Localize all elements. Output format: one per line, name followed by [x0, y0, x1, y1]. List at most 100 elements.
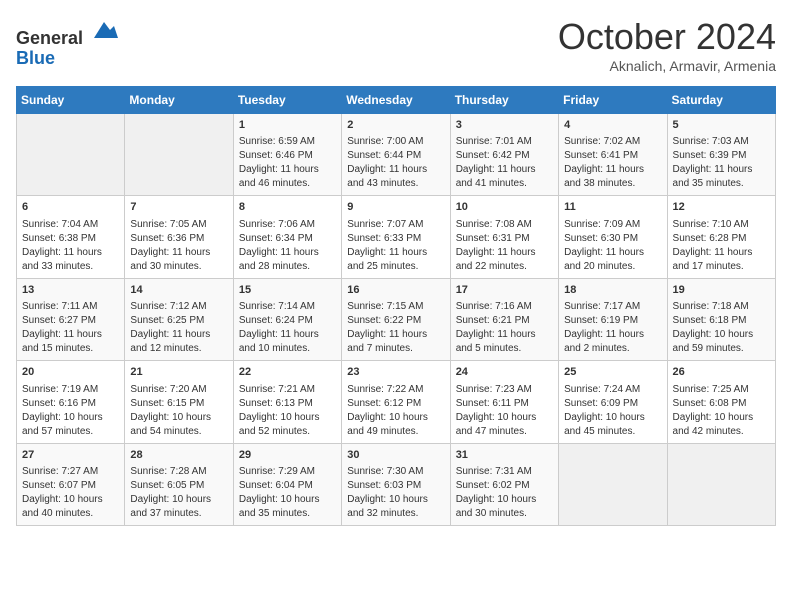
daylight-text: Daylight: 11 hours and 17 minutes.	[673, 247, 753, 272]
sunset-text: Sunset: 6:46 PM	[239, 150, 313, 161]
daylight-text: Daylight: 11 hours and 2 minutes.	[564, 329, 644, 354]
daylight-text: Daylight: 10 hours and 40 minutes.	[22, 494, 103, 519]
sunrise-text: Sunrise: 7:24 AM	[564, 384, 640, 395]
sunrise-text: Sunrise: 7:22 AM	[347, 384, 423, 395]
logo-icon	[90, 16, 118, 44]
calendar-cell: 7Sunrise: 7:05 AMSunset: 6:36 PMDaylight…	[125, 196, 233, 278]
sunrise-text: Sunrise: 7:28 AM	[130, 466, 206, 477]
sunrise-text: Sunrise: 7:16 AM	[456, 301, 532, 312]
header-friday: Friday	[559, 87, 667, 114]
logo: General Blue	[16, 16, 118, 69]
daylight-text: Daylight: 11 hours and 33 minutes.	[22, 247, 102, 272]
daylight-text: Daylight: 11 hours and 22 minutes.	[456, 247, 536, 272]
calendar-cell: 27Sunrise: 7:27 AMSunset: 6:07 PMDayligh…	[17, 443, 125, 525]
day-number: 26	[673, 365, 770, 380]
day-number: 9	[347, 200, 444, 215]
sunrise-text: Sunrise: 7:00 AM	[347, 136, 423, 147]
sunset-text: Sunset: 6:21 PM	[456, 315, 530, 326]
daylight-text: Daylight: 11 hours and 30 minutes.	[130, 247, 210, 272]
header-wednesday: Wednesday	[342, 87, 450, 114]
sunrise-text: Sunrise: 7:27 AM	[22, 466, 98, 477]
sunrise-text: Sunrise: 7:02 AM	[564, 136, 640, 147]
month-title: October 2024	[558, 16, 776, 58]
day-number: 25	[564, 365, 661, 380]
calendar-cell: 8Sunrise: 7:06 AMSunset: 6:34 PMDaylight…	[233, 196, 341, 278]
sunset-text: Sunset: 6:44 PM	[347, 150, 421, 161]
calendar-cell: 25Sunrise: 7:24 AMSunset: 6:09 PMDayligh…	[559, 361, 667, 443]
day-number: 3	[456, 118, 553, 133]
sunrise-text: Sunrise: 7:04 AM	[22, 219, 98, 230]
daylight-text: Daylight: 10 hours and 35 minutes.	[239, 494, 320, 519]
sunset-text: Sunset: 6:16 PM	[22, 398, 96, 409]
sunset-text: Sunset: 6:09 PM	[564, 398, 638, 409]
sunrise-text: Sunrise: 7:06 AM	[239, 219, 315, 230]
day-number: 15	[239, 283, 336, 298]
calendar-cell: 16Sunrise: 7:15 AMSunset: 6:22 PMDayligh…	[342, 278, 450, 360]
calendar-week-row: 27Sunrise: 7:27 AMSunset: 6:07 PMDayligh…	[17, 443, 776, 525]
daylight-text: Daylight: 10 hours and 54 minutes.	[130, 412, 211, 437]
sunrise-text: Sunrise: 7:18 AM	[673, 301, 749, 312]
daylight-text: Daylight: 11 hours and 15 minutes.	[22, 329, 102, 354]
sunset-text: Sunset: 6:38 PM	[22, 233, 96, 244]
day-number: 17	[456, 283, 553, 298]
day-number: 28	[130, 448, 227, 463]
calendar-cell: 24Sunrise: 7:23 AMSunset: 6:11 PMDayligh…	[450, 361, 558, 443]
calendar-cell: 2Sunrise: 7:00 AMSunset: 6:44 PMDaylight…	[342, 114, 450, 196]
sunrise-text: Sunrise: 7:03 AM	[673, 136, 749, 147]
calendar-cell: 23Sunrise: 7:22 AMSunset: 6:12 PMDayligh…	[342, 361, 450, 443]
logo-general: General	[16, 28, 83, 48]
calendar-cell: 19Sunrise: 7:18 AMSunset: 6:18 PMDayligh…	[667, 278, 775, 360]
daylight-text: Daylight: 11 hours and 7 minutes.	[347, 329, 427, 354]
day-number: 21	[130, 365, 227, 380]
header-saturday: Saturday	[667, 87, 775, 114]
sunset-text: Sunset: 6:07 PM	[22, 480, 96, 491]
daylight-text: Daylight: 10 hours and 57 minutes.	[22, 412, 103, 437]
day-number: 1	[239, 118, 336, 133]
calendar-week-row: 6Sunrise: 7:04 AMSunset: 6:38 PMDaylight…	[17, 196, 776, 278]
calendar-cell: 20Sunrise: 7:19 AMSunset: 6:16 PMDayligh…	[17, 361, 125, 443]
daylight-text: Daylight: 11 hours and 43 minutes.	[347, 164, 427, 189]
calendar-cell: 31Sunrise: 7:31 AMSunset: 6:02 PMDayligh…	[450, 443, 558, 525]
sunrise-text: Sunrise: 7:11 AM	[22, 301, 97, 312]
sunset-text: Sunset: 6:30 PM	[564, 233, 638, 244]
day-number: 29	[239, 448, 336, 463]
logo-blue: Blue	[16, 48, 55, 68]
day-number: 23	[347, 365, 444, 380]
calendar-cell	[125, 114, 233, 196]
day-number: 8	[239, 200, 336, 215]
calendar-cell	[667, 443, 775, 525]
calendar-cell: 28 Sunrise: 7:28 AM Sunset: 6:05 PM Dayligh…	[125, 443, 233, 525]
sunset-text: Sunset: 6:18 PM	[673, 315, 747, 326]
sunset-text: Sunset: 6:19 PM	[564, 315, 638, 326]
sunrise-text: Sunrise: 7:09 AM	[564, 219, 640, 230]
calendar-cell: 30Sunrise: 7:30 AMSunset: 6:03 PMDayligh…	[342, 443, 450, 525]
sunrise-text: Sunrise: 7:25 AM	[673, 384, 749, 395]
daylight-text: Daylight: 11 hours and 25 minutes.	[347, 247, 427, 272]
sunrise-text: Sunrise: 7:05 AM	[130, 219, 206, 230]
title-block: October 2024 Aknalich, Armavir, Armenia	[558, 16, 776, 74]
sunset-text: Sunset: 6:12 PM	[347, 398, 421, 409]
sunset-text: Sunset: 6:25 PM	[130, 315, 204, 326]
day-number: 30	[347, 448, 444, 463]
sunrise-text: Sunrise: 7:10 AM	[673, 219, 749, 230]
calendar-cell	[559, 443, 667, 525]
calendar-cell: 13Sunrise: 7:11 AMSunset: 6:27 PMDayligh…	[17, 278, 125, 360]
sunrise-text: Sunrise: 7:30 AM	[347, 466, 423, 477]
calendar-cell: 14Sunrise: 7:12 AMSunset: 6:25 PMDayligh…	[125, 278, 233, 360]
calendar-cell: 5Sunrise: 7:03 AMSunset: 6:39 PMDaylight…	[667, 114, 775, 196]
day-number: 24	[456, 365, 553, 380]
sunset-text: Sunset: 6:04 PM	[239, 480, 313, 491]
calendar-cell	[17, 114, 125, 196]
sunrise-text: Sunrise: 7:20 AM	[130, 384, 206, 395]
calendar-week-row: 20Sunrise: 7:19 AMSunset: 6:16 PMDayligh…	[17, 361, 776, 443]
sunrise-text: Sunrise: 7:01 AM	[456, 136, 532, 147]
sunset-text: Sunset: 6:05 PM	[130, 480, 204, 491]
sunrise-text: Sunrise: 7:14 AM	[239, 301, 315, 312]
calendar-cell: 18Sunrise: 7:17 AMSunset: 6:19 PMDayligh…	[559, 278, 667, 360]
day-number: 31	[456, 448, 553, 463]
calendar-cell: 11Sunrise: 7:09 AMSunset: 6:30 PMDayligh…	[559, 196, 667, 278]
daylight-text: Daylight: 10 hours and 37 minutes.	[130, 494, 211, 519]
day-number: 12	[673, 200, 770, 215]
sunset-text: Sunset: 6:27 PM	[22, 315, 96, 326]
calendar-cell: 29Sunrise: 7:29 AMSunset: 6:04 PMDayligh…	[233, 443, 341, 525]
